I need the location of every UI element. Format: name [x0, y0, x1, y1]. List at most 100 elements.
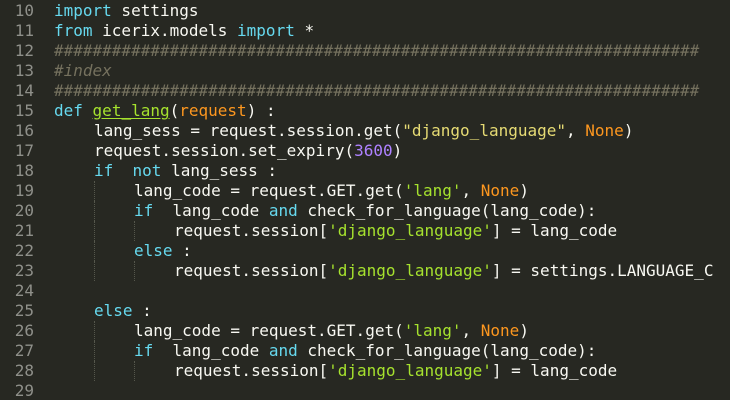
code-token: ,: [461, 181, 481, 200]
indent-guide: [134, 361, 135, 381]
code-line[interactable]: 29: [0, 381, 730, 400]
code-token: ) :: [246, 101, 276, 120]
code-line[interactable]: 21 request.session['django_language'] = l…: [0, 221, 730, 241]
code-line[interactable]: 19 lang_code = request.GET.get('lang', No…: [0, 181, 730, 201]
code-token: ########################################…: [54, 81, 700, 100]
code-line[interactable]: 16 lang_sess = request.session.get("djang…: [0, 121, 730, 141]
code-token: lang_code = request.GET.get(: [134, 321, 404, 340]
line-number: 13: [14, 61, 34, 80]
code-line[interactable]: 24: [0, 281, 730, 301]
code-line[interactable]: 10 import settings: [0, 1, 730, 21]
line-number: 27: [14, 341, 34, 360]
code-token: if: [134, 201, 154, 220]
line-number: 26: [14, 321, 34, 340]
code-token: 'lang': [403, 321, 462, 340]
code-line[interactable]: 22 else :: [0, 241, 730, 261]
line-number: 28: [14, 361, 34, 380]
code-token: else: [94, 301, 133, 320]
indent-guide: [94, 341, 95, 361]
code-token: import: [237, 21, 295, 40]
code-line[interactable]: 15 def get_lang(request) :: [0, 101, 730, 121]
indent-guide: [94, 221, 95, 241]
code-text: def get_lang(request) :: [54, 101, 276, 121]
code-token: ,: [566, 121, 586, 140]
code-text: import settings: [54, 1, 199, 21]
line-number: 17: [14, 141, 34, 160]
code-token: request.session[: [174, 261, 329, 280]
code-token: 'django_language': [328, 221, 492, 240]
line-number: 14: [14, 81, 34, 100]
code-token: else: [134, 241, 173, 260]
code-token: icerix.models: [92, 21, 238, 40]
code-token: :: [172, 241, 192, 260]
code-token: 'lang': [403, 181, 462, 200]
code-line[interactable]: 28 request.session['django_language'] = l…: [0, 361, 730, 381]
code-token: lang_sess = request.session.get(: [94, 121, 403, 140]
code-text: lang_sess = request.session.get("django_…: [94, 121, 633, 141]
code-token: None: [585, 121, 624, 140]
code-text: if lang_code and check_for_language(lang…: [134, 201, 596, 221]
code-token: #index: [54, 61, 112, 80]
code-text: #index: [54, 61, 112, 81]
code-token: 'django_language': [328, 261, 492, 280]
indent-guide: [94, 261, 95, 281]
code-text: if lang_code and check_for_language(lang…: [134, 341, 596, 361]
code-token: ] = settings.LANGUAGE_C: [491, 261, 714, 280]
code-token: ): [623, 121, 634, 140]
line-number: 20: [14, 201, 34, 220]
code-token: (: [169, 101, 180, 120]
code-text: ########################################…: [54, 81, 699, 101]
code-line[interactable]: 18 if not lang_sess :: [0, 161, 730, 181]
code-token: request.session.set_expiry(: [94, 141, 355, 160]
code-line[interactable]: 25 else :: [0, 301, 730, 321]
code-token: ): [392, 141, 403, 160]
code-line[interactable]: 11 from icerix.models import *: [0, 21, 730, 41]
code-text: lang_code = request.GET.get('lang', None…: [134, 321, 529, 341]
line-number: 10: [14, 1, 34, 20]
code-line[interactable]: 12 ######################################…: [0, 41, 730, 61]
indent-guide: [94, 201, 95, 221]
code-token: request.session[: [174, 221, 329, 240]
code-token: and: [268, 341, 298, 360]
indent-guide: [94, 181, 95, 201]
code-line[interactable]: 14 ######################################…: [0, 81, 730, 101]
code-token: if: [134, 341, 154, 360]
code-token: "django_language": [402, 121, 567, 140]
code-token: import: [54, 1, 112, 20]
code-line[interactable]: 13 #index: [0, 61, 730, 81]
code-token: ): [519, 181, 529, 200]
code-text: if not lang_sess :: [94, 161, 277, 181]
line-number: 22: [14, 241, 34, 260]
indent-guide: [134, 221, 135, 241]
line-number: 25: [14, 301, 34, 320]
line-number: 12: [14, 41, 34, 60]
code-token: ] = lang_code: [491, 221, 618, 240]
line-number: 16: [14, 121, 34, 140]
code-editor[interactable]: 10 import settings 11 from icerix.models im…: [0, 0, 730, 400]
code-token: 'django_language': [328, 361, 492, 380]
code-token: *: [294, 21, 315, 40]
code-text: request.session['django_language'] = lan…: [174, 361, 617, 381]
code-text: request.session['django_language'] = lan…: [174, 221, 617, 241]
code-token: and: [268, 201, 298, 220]
code-line[interactable]: 20 if lang_code and check_for_language(la…: [0, 201, 730, 221]
line-number: 19: [14, 181, 34, 200]
code-text: lang_code = request.GET.get('lang', None…: [134, 181, 529, 201]
code-token: settings: [111, 1, 199, 20]
line-number: 18: [14, 161, 34, 180]
code-text: request.session['django_language'] = set…: [174, 261, 713, 281]
code-token: lang_code = request.GET.get(: [134, 181, 404, 200]
code-token: check_for_language(lang_code):: [297, 201, 597, 220]
code-token: lang_code: [153, 341, 269, 360]
indent-guide: [134, 261, 135, 281]
code-line[interactable]: 26 lang_code = request.GET.get('lang', No…: [0, 321, 730, 341]
line-number: 24: [14, 281, 34, 300]
code-token: lang_code: [153, 201, 269, 220]
code-token: check_for_language(lang_code):: [297, 341, 597, 360]
code-line[interactable]: 23 request.session['django_language'] = s…: [0, 261, 730, 281]
line-number: 23: [14, 261, 34, 280]
code-line[interactable]: 17 request.session.set_expiry(3600): [0, 141, 730, 161]
code-line[interactable]: 27 if lang_code and check_for_language(la…: [0, 341, 730, 361]
